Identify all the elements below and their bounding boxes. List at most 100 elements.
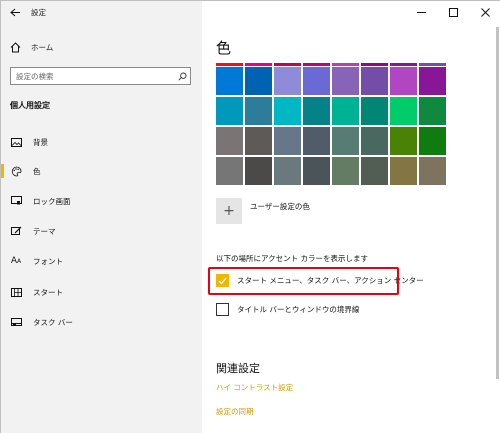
swatch-row xyxy=(216,97,446,125)
sidebar-item-lock-screen[interactable]: ロック画面 xyxy=(1,190,202,212)
back-arrow-icon xyxy=(9,8,20,16)
sidebar-item-label: ロック画面 xyxy=(33,196,71,206)
titlebar-checkbox-row[interactable]: タイトル バーとウィンドウの境界線 xyxy=(216,303,359,316)
maximize-icon xyxy=(448,7,458,17)
sidebar-item-color[interactable]: 色 xyxy=(1,160,202,182)
color-swatch[interactable] xyxy=(332,127,359,155)
minimize-button[interactable] xyxy=(405,1,437,23)
color-swatch[interactable] xyxy=(361,97,388,125)
color-swatch[interactable] xyxy=(361,63,388,66)
color-swatch[interactable] xyxy=(303,63,330,66)
color-swatch[interactable] xyxy=(419,67,446,95)
color-swatch[interactable] xyxy=(303,67,330,95)
color-swatch[interactable] xyxy=(390,67,417,95)
window-controls xyxy=(405,1,500,23)
swatch-row xyxy=(216,157,446,185)
main-content: 色 + ユーザー設定の色 以下の場所にアクセント カラーを表示します スタート … xyxy=(202,1,500,433)
sidebar-item-label: 背景 xyxy=(33,137,48,147)
color-swatch[interactable] xyxy=(390,157,417,185)
sidebar-item-font[interactable]: AA フォント xyxy=(1,250,202,272)
swatch-row xyxy=(216,127,446,155)
color-swatch[interactable] xyxy=(274,63,301,66)
related-settings-heading: 関連設定 xyxy=(216,362,260,375)
color-swatch[interactable] xyxy=(216,157,243,185)
accent-surfaces-heading: 以下の場所にアクセント カラーを表示します xyxy=(216,254,369,263)
color-swatch[interactable] xyxy=(274,97,301,125)
sidebar-item-label: フォント xyxy=(33,256,63,266)
home-label: ホーム xyxy=(31,42,54,52)
color-swatch[interactable] xyxy=(245,63,272,66)
color-swatch[interactable] xyxy=(216,67,243,95)
sidebar-item-label: テーマ xyxy=(33,226,56,236)
theme-brush-icon xyxy=(9,224,23,238)
color-swatch[interactable] xyxy=(303,157,330,185)
color-swatch[interactable] xyxy=(245,97,272,125)
color-swatch[interactable] xyxy=(332,63,359,66)
accent-color-grid xyxy=(216,63,446,187)
custom-color-label: ユーザー設定の色 xyxy=(250,202,310,211)
sidebar-item-home[interactable]: ホーム xyxy=(1,37,202,57)
search-icon[interactable] xyxy=(174,68,190,84)
color-swatch[interactable] xyxy=(390,127,417,155)
highlight-box xyxy=(208,267,399,295)
home-icon xyxy=(9,41,21,53)
color-swatch[interactable] xyxy=(245,127,272,155)
color-swatch[interactable] xyxy=(303,97,330,125)
color-swatch[interactable] xyxy=(216,127,243,155)
titlebar-checkbox[interactable] xyxy=(216,303,229,316)
color-swatch[interactable] xyxy=(274,67,301,95)
title-bar: 設定 xyxy=(1,1,202,23)
color-swatch[interactable] xyxy=(419,127,446,155)
search-input[interactable]: 設定の検索 xyxy=(10,67,191,85)
taskbar-icon xyxy=(9,315,23,329)
image-icon xyxy=(9,135,23,149)
color-swatch[interactable] xyxy=(332,157,359,185)
color-swatch[interactable] xyxy=(216,63,243,66)
color-swatch[interactable] xyxy=(419,97,446,125)
start-grid-icon xyxy=(9,285,23,299)
color-swatch[interactable] xyxy=(245,67,272,95)
color-swatch[interactable] xyxy=(361,127,388,155)
sidebar-item-background[interactable]: 背景 xyxy=(1,131,202,153)
minimize-icon xyxy=(416,11,426,13)
color-swatch[interactable] xyxy=(274,127,301,155)
color-swatch[interactable] xyxy=(245,157,272,185)
close-button[interactable] xyxy=(469,1,500,23)
color-swatch[interactable] xyxy=(216,97,243,125)
sidebar-item-label: スタート xyxy=(33,287,63,297)
sync-settings-link[interactable]: 設定の同期 xyxy=(216,406,254,417)
swatch-row xyxy=(216,67,446,95)
color-swatch[interactable] xyxy=(303,127,330,155)
sidebar-item-taskbar[interactable]: タスク バー xyxy=(1,311,202,333)
active-indicator xyxy=(1,164,4,178)
settings-window: 設定 ホーム 設定の検索 個人用設定 背景 色 ロック画面 テーマ A A フォ… xyxy=(0,0,500,433)
color-swatch[interactable] xyxy=(274,157,301,185)
sidebar: 設定 ホーム 設定の検索 個人用設定 背景 色 ロック画面 テーマ A A フォ… xyxy=(1,1,202,433)
sidebar-item-start[interactable]: スタート xyxy=(1,281,202,303)
color-swatch[interactable] xyxy=(332,97,359,125)
sidebar-item-theme[interactable]: テーマ xyxy=(1,220,202,242)
font-icon: AA xyxy=(10,256,22,266)
color-swatch[interactable] xyxy=(419,63,446,66)
color-swatch[interactable] xyxy=(390,97,417,125)
sidebar-item-label: 色 xyxy=(33,166,41,176)
maximize-button[interactable] xyxy=(437,1,469,23)
search-placeholder: 設定の検索 xyxy=(16,71,54,81)
window-title: 設定 xyxy=(31,7,46,17)
color-swatch[interactable] xyxy=(390,63,417,66)
page-title: 色 xyxy=(216,39,232,57)
back-button[interactable] xyxy=(1,1,29,23)
plus-icon: + xyxy=(216,198,242,224)
swatch-row-partial xyxy=(216,63,446,66)
close-icon xyxy=(480,7,490,17)
titlebar-label: タイトル バーとウィンドウの境界線 xyxy=(237,305,360,314)
scrollbar[interactable] xyxy=(496,27,499,379)
color-swatch[interactable] xyxy=(332,67,359,95)
color-swatch[interactable] xyxy=(361,157,388,185)
high-contrast-link[interactable]: ハイ コントラスト設定 xyxy=(216,382,293,393)
color-swatch[interactable] xyxy=(361,67,388,95)
lock-screen-icon xyxy=(9,194,23,208)
section-title: 個人用設定 xyxy=(10,101,50,110)
custom-color-button[interactable]: + ユーザー設定の色 xyxy=(216,198,310,224)
color-swatch[interactable] xyxy=(419,157,446,185)
